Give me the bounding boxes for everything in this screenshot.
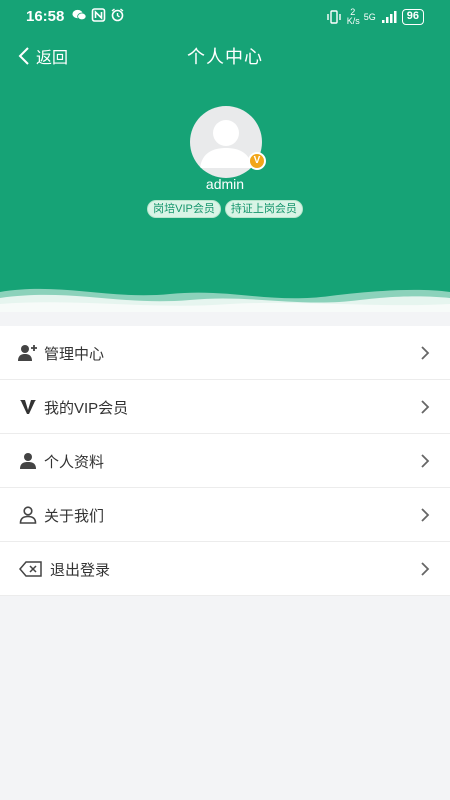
network-type: 5G <box>363 12 376 22</box>
membership-badges: 岗培VIP会员 持证上岗会员 <box>0 200 450 218</box>
chevron-right-icon <box>421 400 430 414</box>
menu-item-label: 关于我们 <box>44 508 105 525</box>
menu-item-vip[interactable]: 我的VIP会员 <box>0 380 450 434</box>
menu-item-management[interactable]: 管理中心 <box>0 326 450 380</box>
menu-item-label: 我的VIP会员 <box>44 400 129 417</box>
profile-header: 16:58 2 K/s 5G 96 返回 个人中心 V admin 岗培VIP会… <box>0 0 450 312</box>
vibrate-icon <box>327 10 341 24</box>
vip-v-icon <box>18 397 38 417</box>
status-left-icons <box>72 8 125 22</box>
menu-item-about[interactable]: 关于我们 <box>0 488 450 542</box>
network-speed: 2 K/s <box>346 7 360 26</box>
alarm-icon <box>111 8 124 22</box>
menu-item-label: 管理中心 <box>44 346 105 363</box>
battery-icon: 96 <box>401 9 424 25</box>
user-plus-icon <box>18 343 38 363</box>
menu-item-label: 个人资料 <box>44 454 105 471</box>
chevron-right-icon <box>421 562 430 576</box>
chevron-right-icon <box>421 508 430 522</box>
page-title: 个人中心 <box>187 47 263 67</box>
status-bar: 16:58 2 K/s 5G 96 <box>0 0 450 34</box>
nav-bar: 返回 个人中心 <box>0 36 450 72</box>
wechat-icon <box>72 9 87 21</box>
menu-item-label: 退出登录 <box>50 562 111 579</box>
badge-certified-member: 持证上岗会员 <box>224 200 303 218</box>
menu-list: 管理中心 我的VIP会员 个人资料 关于我们 退出登录 <box>0 326 450 596</box>
signal-icon <box>381 11 397 23</box>
person-outline-icon <box>18 505 38 525</box>
chevron-right-icon <box>421 454 430 468</box>
badge-training-vip: 岗培VIP会员 <box>147 200 221 218</box>
nfc-icon <box>91 8 106 22</box>
person-icon <box>18 451 38 471</box>
username: admin <box>205 176 245 192</box>
avatar[interactable]: V <box>190 106 266 178</box>
status-right-icons: 2 K/s 5G 96 <box>326 8 424 26</box>
menu-item-profile[interactable]: 个人资料 <box>0 434 450 488</box>
menu-item-logout[interactable]: 退出登录 <box>0 542 450 596</box>
vip-badge-icon: V <box>248 152 266 170</box>
delete-left-icon <box>18 559 44 579</box>
wave-decoration <box>0 288 450 312</box>
chevron-right-icon <box>421 346 430 360</box>
status-time: 16:58 <box>26 8 65 25</box>
